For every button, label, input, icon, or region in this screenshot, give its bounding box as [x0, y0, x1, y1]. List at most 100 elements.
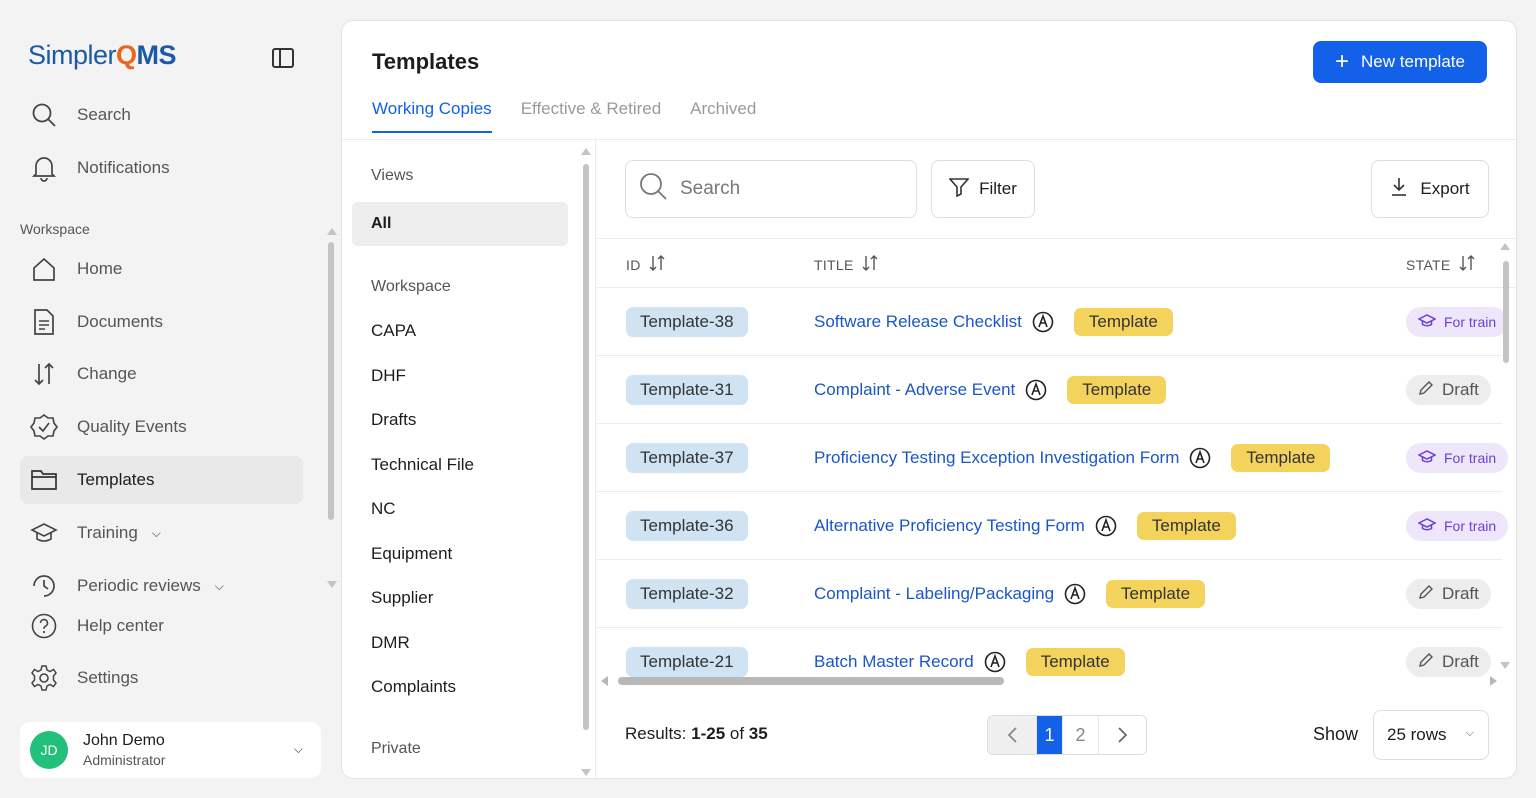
template-badge: Template — [1073, 308, 1173, 336]
sort-arrows-icon[interactable] — [862, 255, 878, 274]
page-button-1[interactable]: 1 — [1036, 716, 1062, 754]
sidebar-item-documents[interactable]: Documents — [20, 298, 303, 346]
sidebar-scrollbar[interactable] — [326, 228, 337, 588]
sidebar-item-label: Help center — [77, 616, 164, 635]
template-badge: Template — [1067, 376, 1167, 404]
scrollbar-thumb[interactable] — [1503, 261, 1509, 363]
title-cell: Complaint - Adverse Event Template — [814, 375, 1167, 405]
sidebar-item-home[interactable]: Home — [20, 245, 303, 293]
new-template-button[interactable]: + New template — [1313, 41, 1487, 83]
template-id-pill[interactable]: Template-32 — [626, 579, 748, 609]
table-vertical-scrollbar[interactable] — [1499, 243, 1513, 669]
sidebar-item-training[interactable]: Training ⌵ — [20, 509, 303, 557]
template-badge: Template — [1025, 648, 1125, 676]
view-item-dhf[interactable]: DHF — [371, 366, 406, 386]
table-row[interactable]: Template-31 Complaint - Adverse Event Temp… — [597, 356, 1502, 424]
view-item-complaints[interactable]: Complaints — [371, 677, 456, 697]
scrollbar-thumb[interactable] — [583, 164, 589, 730]
views-scrollbar[interactable] — [580, 148, 592, 776]
scroll-down-icon[interactable] — [1500, 662, 1510, 669]
view-item-nc[interactable]: NC — [371, 499, 396, 519]
view-all[interactable]: All — [352, 202, 568, 246]
chevron-down-icon[interactable]: ⌵ — [152, 526, 161, 541]
table-horizontal-scrollbar[interactable] — [601, 674, 1497, 688]
sidebar-collapse-icon[interactable] — [272, 48, 294, 68]
export-button[interactable]: Export — [1371, 160, 1489, 218]
sidebar-item-settings[interactable]: Settings — [20, 654, 303, 702]
scroll-up-icon[interactable] — [581, 148, 591, 155]
view-item-supplier[interactable]: Supplier — [371, 588, 433, 608]
main-panel: Templates + New template Working Copies … — [341, 20, 1517, 779]
sort-arrows-icon[interactable] — [1459, 255, 1475, 274]
graduation-cap-icon — [30, 519, 58, 547]
tab-working-copies[interactable]: Working Copies — [372, 99, 492, 133]
scrollbar-thumb[interactable] — [618, 677, 1004, 685]
author-a-icon — [1189, 447, 1211, 469]
scroll-left-icon[interactable] — [601, 676, 608, 686]
template-id-pill[interactable]: Template-38 — [626, 307, 748, 337]
sidebar-item-quality-events[interactable]: Quality Events — [20, 403, 303, 451]
graduation-cap-icon — [1417, 517, 1437, 535]
template-title-link[interactable]: Complaint - Labeling/Packaging — [814, 584, 1054, 604]
table-row[interactable]: Template-36 Alternative Proficiency Testi… — [597, 492, 1509, 560]
sidebar-item-notifications[interactable]: Notifications — [20, 144, 303, 192]
table-row[interactable]: Template-38 Software Release Checklist Tem… — [597, 288, 1509, 356]
template-title-link[interactable]: Batch Master Record — [814, 652, 974, 672]
view-item-equipment[interactable]: Equipment — [371, 544, 452, 564]
results-range: 1-25 — [691, 724, 726, 743]
chevron-down-icon[interactable]: ⌵ — [294, 742, 303, 757]
column-header-state[interactable]: STATE — [1406, 255, 1475, 274]
tabs: Working Copies Effective & Retired Archi… — [372, 99, 756, 133]
gear-icon — [30, 664, 58, 692]
template-title-link[interactable]: Proficiency Testing Exception Investigat… — [814, 448, 1179, 468]
scroll-right-icon[interactable] — [1490, 676, 1497, 686]
view-item-drafts[interactable]: Drafts — [371, 410, 416, 430]
table-row[interactable]: Template-32 Complaint - Labeling/Packagin… — [597, 560, 1502, 628]
column-header-id[interactable]: ID — [626, 255, 665, 274]
template-title-link[interactable]: Complaint - Adverse Event — [814, 380, 1015, 400]
clock-history-icon — [30, 572, 58, 600]
scrollbar-thumb[interactable] — [328, 242, 334, 520]
column-header-title[interactable]: TITLE — [814, 255, 878, 274]
brand-name-part2: MS — [136, 40, 177, 70]
sidebar-item-help-center[interactable]: Help center — [20, 602, 303, 650]
sidebar-item-templates[interactable]: Templates — [20, 456, 303, 504]
scroll-down-icon[interactable] — [327, 581, 337, 588]
table-row[interactable]: Template-37 Proficiency Testing Exception… — [597, 424, 1509, 492]
tab-archived[interactable]: Archived — [690, 99, 756, 133]
rows-per-page-select[interactable]: 25 rows ⌵ — [1373, 710, 1489, 760]
bell-icon — [30, 154, 58, 182]
sidebar-item-change[interactable]: Change — [20, 350, 303, 398]
sort-arrows-icon[interactable] — [649, 255, 665, 274]
chevron-down-icon[interactable]: ⌵ — [215, 579, 224, 594]
template-id-pill[interactable]: Template-36 — [626, 511, 748, 541]
filter-button[interactable]: Filter — [931, 160, 1035, 218]
view-item-technical-file[interactable]: Technical File — [371, 455, 474, 475]
scroll-up-icon[interactable] — [1500, 243, 1510, 250]
template-title-link[interactable]: Software Release Checklist — [814, 312, 1022, 332]
user-menu[interactable]: JD John Demo Administrator ⌵ — [20, 722, 321, 778]
pencil-icon — [1418, 652, 1434, 673]
template-title-link[interactable]: Alternative Proficiency Testing Form — [814, 516, 1085, 536]
scroll-down-icon[interactable] — [581, 769, 591, 776]
sidebar-item-label: Settings — [77, 668, 139, 687]
next-page-button[interactable] — [1098, 716, 1146, 754]
search-input[interactable]: Search — [625, 160, 917, 218]
view-item-dmr[interactable]: DMR — [371, 633, 410, 653]
tab-effective-retired[interactable]: Effective & Retired — [521, 99, 661, 133]
results-total: 35 — [748, 724, 768, 743]
sidebar-item-label: Templates — [77, 470, 155, 489]
sidebar-item-search[interactable]: Search — [20, 91, 303, 139]
page-button-2[interactable]: 2 — [1062, 716, 1098, 754]
template-id-pill[interactable]: Template-31 — [626, 375, 748, 405]
new-template-label: New template — [1361, 52, 1465, 71]
template-id-pill[interactable]: Template-37 — [626, 443, 748, 473]
results-of: of — [725, 724, 749, 743]
previous-page-button[interactable] — [988, 716, 1036, 754]
home-icon — [30, 255, 58, 283]
brand-logo[interactable]: SimplerQMS — [28, 40, 177, 71]
scroll-up-icon[interactable] — [327, 228, 337, 235]
author-a-icon — [1095, 515, 1117, 537]
template-id-pill[interactable]: Template-21 — [626, 647, 748, 677]
view-item-capa[interactable]: CAPA — [371, 321, 416, 341]
